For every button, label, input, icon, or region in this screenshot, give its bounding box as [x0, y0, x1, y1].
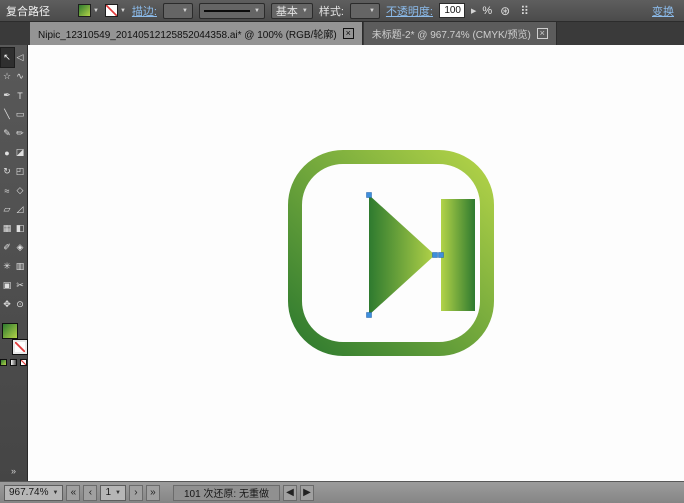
none-mode-button[interactable] [20, 359, 27, 366]
opacity-spinner-icon[interactable]: ▶ [471, 7, 476, 15]
gradient-tool[interactable]: ◧ [14, 219, 27, 238]
stroke-weight-select[interactable]: ▼ [162, 2, 193, 19]
anchor-point[interactable] [432, 252, 438, 258]
next-artboard-button[interactable]: › [128, 484, 143, 501]
style-label: 样式: [318, 5, 344, 18]
pencil-tool[interactable]: ✏ [14, 124, 27, 143]
opacity-link[interactable]: 不透明度: [386, 3, 433, 19]
fill-stroke-widget [1, 322, 28, 355]
canvas[interactable] [28, 45, 684, 481]
zoom-value: 967.74% [9, 487, 49, 498]
style-select[interactable]: ▼ [349, 2, 380, 19]
slice-tool[interactable]: ✂ [14, 276, 27, 295]
gradient-mode-button[interactable] [10, 359, 17, 366]
status-next-icon[interactable]: ▶ [299, 484, 314, 501]
stroke-swatch-indicator[interactable] [11, 339, 28, 355]
percent-label: % [482, 4, 493, 17]
chevron-down-icon: ▼ [115, 489, 121, 496]
eraser-tool[interactable]: ◪ [14, 143, 27, 162]
paint-mode-row [0, 359, 27, 366]
document-tab-1[interactable]: Nipic_12310549_20140512125852044358.ai* … [30, 22, 363, 45]
anchor-point[interactable] [438, 252, 444, 258]
artboard-number: 1 [105, 487, 111, 498]
graph-tool[interactable]: ▥ [14, 257, 27, 276]
brush-definition-select[interactable]: 基本 ▼ [270, 2, 313, 19]
type-tool[interactable]: T [14, 86, 27, 105]
color-mode-button[interactable] [0, 359, 7, 366]
chevron-down-icon: ▼ [368, 7, 375, 14]
prev-artboard-button[interactable]: ‹ [83, 484, 98, 501]
chevron-down-icon[interactable]: ▼ [93, 8, 99, 14]
close-icon[interactable]: × [342, 28, 354, 39]
width-profile-preview [203, 9, 250, 12]
status-bar: 967.74% ▼ « ‹ 1 ▼ › » 101 次还原: 无重做 ◀ ▶ [0, 481, 684, 503]
stroke-weight-link[interactable]: 描边: [132, 3, 157, 19]
play-next-artwork[interactable] [264, 128, 514, 378]
artboard-select[interactable]: 1 ▼ [100, 484, 126, 501]
chevron-down-icon: ▼ [253, 7, 260, 14]
line-segment-tool[interactable]: ╲ [1, 105, 14, 124]
document-tab-bar: Nipic_12310549_20140512125852044358.ai* … [0, 22, 684, 45]
selection-tool[interactable]: ↖ [0, 47, 15, 68]
hand-tool[interactable]: ✥ [1, 295, 14, 314]
blend-tool[interactable]: ◈ [14, 238, 27, 257]
toolbar-expand-icon[interactable]: » [11, 466, 16, 476]
tab-label: 未标题-2* @ 967.74% (CMYK/预览) [371, 30, 531, 41]
chevron-down-icon: ▼ [301, 7, 308, 14]
transform-link[interactable]: 变换 [652, 3, 674, 19]
status-text: 101 次还原: 无重做 [172, 484, 280, 501]
zoom-tool[interactable]: ⊙ [14, 295, 27, 314]
brush-definition-value: 基本 [275, 5, 298, 18]
shape-builder-tool[interactable]: ▱ [1, 200, 14, 219]
anchor-point[interactable] [366, 312, 372, 318]
anchor-point[interactable] [366, 192, 372, 198]
status-prev-icon[interactable]: ◀ [282, 484, 297, 501]
tab-label: Nipic_12310549_20140512125852044358.ai* … [38, 30, 337, 41]
free-transform-tool[interactable]: ◇ [14, 181, 27, 200]
artboard-tool[interactable]: ▣ [1, 276, 14, 295]
recolor-artwork-icon[interactable]: ⊛ [500, 4, 510, 18]
bar-shape[interactable] [441, 199, 475, 311]
mesh-tool[interactable]: ▦ [1, 219, 14, 238]
lasso-tool[interactable]: ∿ [14, 67, 27, 86]
blob-brush-tool[interactable]: ● [1, 143, 14, 162]
width-tool[interactable]: ≈ [1, 181, 14, 200]
paintbrush-tool[interactable]: ✎ [1, 124, 14, 143]
symbol-sprayer-tool[interactable]: ✳ [1, 257, 14, 276]
illustrator-window: 复合路径 ▼ ▼ 描边: ▼ ▼ 基本 ▼ 样式: ▼ 不透明度: 100 ▶ … [0, 0, 684, 503]
context-label: 复合路径 [6, 5, 50, 18]
direct-selection-tool[interactable]: ◁ [14, 48, 27, 67]
document-tab-2[interactable]: 未标题-2* @ 967.74% (CMYK/预览) × [363, 22, 557, 45]
triangle-shape[interactable] [369, 195, 435, 315]
eyedropper-tool[interactable]: ✐ [1, 238, 14, 257]
tools-grid: ↖ ◁ ☆ ∿ ✒ T ╲ ▭ ✎ ✏ ● ◪ ↻ ◰ ≈ ◇ ▱ ◿ ▦ ◧ ✐ ◈ ✳ ▥ ▣ ✂ ✥ ⊙ [0, 47, 27, 314]
stroke-color-swatch[interactable] [104, 4, 118, 17]
magic-wand-tool[interactable]: ☆ [1, 67, 14, 86]
first-artboard-button[interactable]: « [66, 484, 81, 501]
opacity-input[interactable]: 100 [439, 3, 465, 18]
rotate-tool[interactable]: ↻ [1, 162, 14, 181]
perspective-grid-tool[interactable]: ◿ [14, 200, 27, 219]
chevron-down-icon[interactable]: ▼ [120, 8, 126, 14]
tools-panel: ↖ ◁ ☆ ∿ ✒ T ╲ ▭ ✎ ✏ ● ◪ ↻ ◰ ≈ ◇ ▱ ◿ ▦ ◧ ✐ ◈ ✳ ▥ ▣ ✂ ✥ ⊙ » [0, 45, 28, 481]
variable-width-profile-select[interactable]: ▼ [198, 2, 265, 19]
main-area: ↖ ◁ ☆ ∿ ✒ T ╲ ▭ ✎ ✏ ● ◪ ↻ ◰ ≈ ◇ ▱ ◿ ▦ ◧ ✐ ◈ ✳ ▥ ▣ ✂ ✥ ⊙ » [0, 45, 684, 481]
last-artboard-button[interactable]: » [145, 484, 160, 501]
chevron-down-icon: ▼ [182, 7, 188, 14]
fill-color-swatch[interactable] [78, 4, 91, 17]
options-grid-icon[interactable]: ⠿ [520, 4, 529, 18]
zoom-select[interactable]: 967.74% ▼ [4, 484, 64, 501]
fill-color-control[interactable]: ▼ [78, 4, 99, 17]
chevron-down-icon: ▼ [52, 489, 59, 496]
stroke-color-control[interactable]: ▼ [104, 4, 126, 17]
fill-swatch-indicator[interactable] [1, 323, 18, 339]
close-icon[interactable]: × [536, 28, 548, 39]
pen-tool[interactable]: ✒ [1, 86, 14, 105]
scale-tool[interactable]: ◰ [14, 162, 27, 181]
rectangle-tool[interactable]: ▭ [14, 105, 27, 124]
control-bar: 复合路径 ▼ ▼ 描边: ▼ ▼ 基本 ▼ 样式: ▼ 不透明度: 100 ▶ … [0, 0, 684, 22]
